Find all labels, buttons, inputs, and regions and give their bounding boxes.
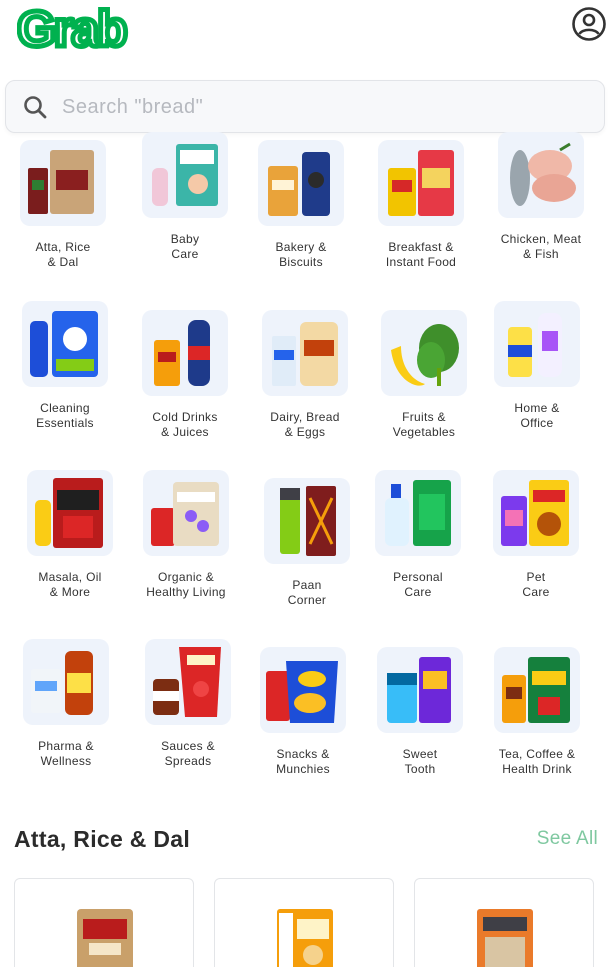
category-label: Home & Office (514, 401, 560, 430)
category-label: Snacks & Munchies (276, 747, 330, 776)
category-masala-oil-more[interactable]: Masala, Oil & More (15, 470, 125, 600)
category-image (22, 301, 108, 387)
category-label: Atta, Rice & Dal (35, 240, 91, 269)
category-sweet-tooth[interactable]: Sweet Tooth (365, 647, 475, 777)
category-personal-care[interactable]: Personal Care (363, 470, 473, 600)
category-sauces-spreads[interactable]: Sauces & Spreads (133, 639, 243, 769)
category-tea-coffee-health-drink[interactable]: Tea, Coffee & Health Drink (482, 647, 592, 777)
grab-logo[interactable]: Grab (17, 4, 141, 52)
search-icon (24, 96, 47, 119)
category-snacks-munchies[interactable]: Snacks & Munchies (248, 647, 358, 777)
category-image (143, 470, 229, 556)
category-image (262, 310, 348, 396)
category-label: Chicken, Meat & Fish (500, 232, 582, 261)
category-label: Fruits & Vegetables (392, 410, 456, 439)
product-card[interactable] (214, 878, 394, 967)
category-breakfast-instant-food[interactable]: Breakfast & Instant Food (366, 140, 476, 270)
category-image (375, 470, 461, 556)
category-organic-healthy-living[interactable]: Organic & Healthy Living (131, 470, 241, 600)
product-image (77, 909, 133, 967)
category-home-office[interactable]: Home & Office (482, 301, 592, 431)
category-label: Personal Care (393, 570, 443, 599)
category-image (494, 301, 580, 387)
product-image (277, 909, 333, 967)
category-image (493, 470, 579, 556)
category-baby-care[interactable]: Baby Care (130, 132, 240, 262)
svg-text:Grab: Grab (17, 4, 126, 52)
category-image (381, 310, 467, 396)
category-bakery-biscuits[interactable]: Bakery & Biscuits (246, 140, 356, 270)
category-label: Cleaning Essentials (36, 401, 94, 430)
product-card[interactable] (14, 878, 194, 967)
account-circle-icon[interactable] (571, 6, 607, 42)
category-atta-rice-dal[interactable]: Atta, Rice & Dal (8, 140, 118, 270)
category-grid: Atta, Rice & Dal Baby Care Bakery & Bisc… (0, 130, 614, 790)
category-pet-care[interactable]: Pet Care (481, 470, 591, 600)
category-label: Pet Care (522, 570, 550, 599)
category-image (377, 647, 463, 733)
category-chicken-meat-fish[interactable]: Chicken, Meat & Fish (486, 132, 596, 262)
category-image (142, 132, 228, 218)
app-header: Grab (0, 0, 614, 70)
search-input[interactable] (62, 89, 582, 125)
product-row (0, 878, 614, 967)
category-image (494, 647, 580, 733)
category-label: Pharma & Wellness (38, 739, 94, 768)
category-fruits-vegetables[interactable]: Fruits & Vegetables (369, 310, 479, 440)
category-label: Baby Care (170, 232, 200, 261)
search-bar[interactable] (5, 80, 605, 133)
category-label: Masala, Oil & More (38, 570, 102, 599)
category-cold-drinks-juices[interactable]: Cold Drinks & Juices (130, 310, 240, 440)
category-image (264, 478, 350, 564)
category-image (145, 639, 231, 725)
category-dairy-bread-eggs[interactable]: Dairy, Bread & Eggs (250, 310, 360, 440)
category-label: Sauces & Spreads (161, 739, 215, 768)
category-label: Sweet Tooth (402, 747, 438, 776)
category-image (260, 647, 346, 733)
category-label: Cold Drinks & Juices (152, 410, 218, 439)
category-pharma-wellness[interactable]: Pharma & Wellness (11, 639, 121, 769)
category-image (258, 140, 344, 226)
category-label: Breakfast & Instant Food (385, 240, 457, 269)
category-image (142, 310, 228, 396)
category-image (378, 140, 464, 226)
category-label: Paan Corner (287, 578, 327, 607)
see-all-link[interactable]: See All (537, 828, 598, 850)
category-cleaning-essentials[interactable]: Cleaning Essentials (10, 301, 120, 431)
section-header: Atta, Rice & Dal See All (14, 824, 598, 856)
category-paan-corner[interactable]: Paan Corner (252, 478, 362, 608)
category-image (27, 470, 113, 556)
category-image (498, 132, 584, 218)
category-image (20, 140, 106, 226)
category-label: Dairy, Bread & Eggs (270, 410, 340, 439)
product-image (477, 909, 533, 967)
category-label: Tea, Coffee & Health Drink (498, 747, 576, 776)
category-label: Bakery & Biscuits (275, 240, 327, 269)
section-title: Atta, Rice & Dal (14, 826, 191, 852)
category-label: Organic & Healthy Living (146, 570, 226, 599)
product-card[interactable] (414, 878, 594, 967)
category-image (23, 639, 109, 725)
